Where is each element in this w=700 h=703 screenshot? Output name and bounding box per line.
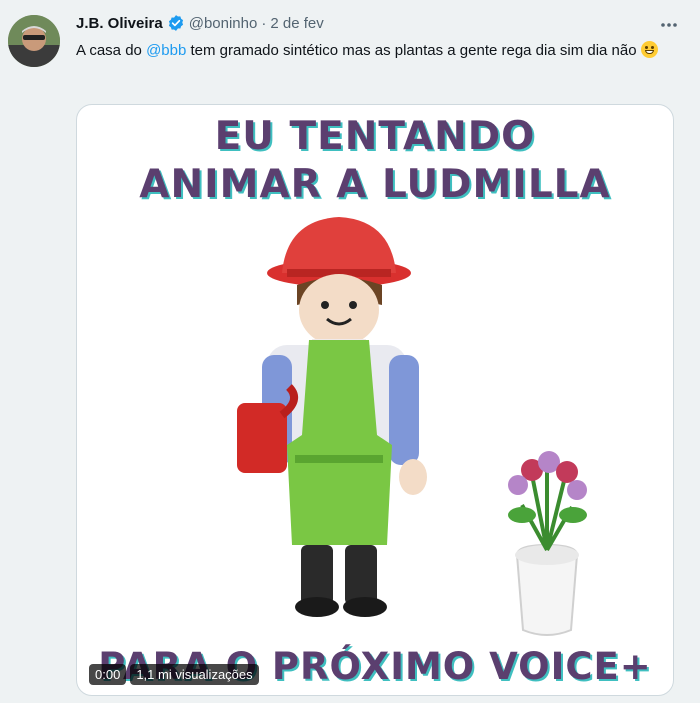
video-frame-illustration xyxy=(237,217,587,636)
tweet-date[interactable]: 2 de fev xyxy=(270,15,323,32)
caption-line-1: EU TENTANDO xyxy=(214,114,536,159)
tweet-text-start: A casa do xyxy=(76,42,147,59)
author-handle[interactable]: @boninho xyxy=(189,15,258,32)
video-overlay: 0:00 1,1 mi visualizações xyxy=(89,664,259,685)
video-player[interactable]: EU TENTANDO ANIMAR A LUDMILLA PARA O PRÓ… xyxy=(76,104,674,696)
separator: · xyxy=(261,14,267,32)
video-timestamp: 0:00 xyxy=(89,664,127,685)
tweet-header: J.B. Oliveira @boninho · 2 de fev xyxy=(76,14,324,32)
more-horizontal-icon[interactable] xyxy=(654,10,684,40)
author-name[interactable]: J.B. Oliveira xyxy=(76,15,163,32)
grinning-face-emoji-icon xyxy=(640,41,658,58)
tweet-text-rest: tem gramado sintético mas as plantas a g… xyxy=(186,42,641,59)
avatar-photo xyxy=(8,15,60,67)
view-count: 1,1 mi visualizações xyxy=(130,664,259,685)
gardener-figure xyxy=(237,217,427,617)
avatar[interactable] xyxy=(8,15,60,67)
meme-caption-top: EU TENTANDO ANIMAR A LUDMILLA xyxy=(77,113,673,209)
flower-pot xyxy=(508,451,587,636)
mention-link[interactable]: @bbb xyxy=(146,42,186,59)
verified-badge-icon xyxy=(167,14,185,32)
tweet: J.B. Oliveira @boninho · 2 de fev A casa… xyxy=(0,0,700,703)
caption-line-2: ANIMAR A LUDMILLA xyxy=(139,162,611,207)
tweet-text: A casa do @bbb tem gramado sintético mas… xyxy=(76,40,676,62)
